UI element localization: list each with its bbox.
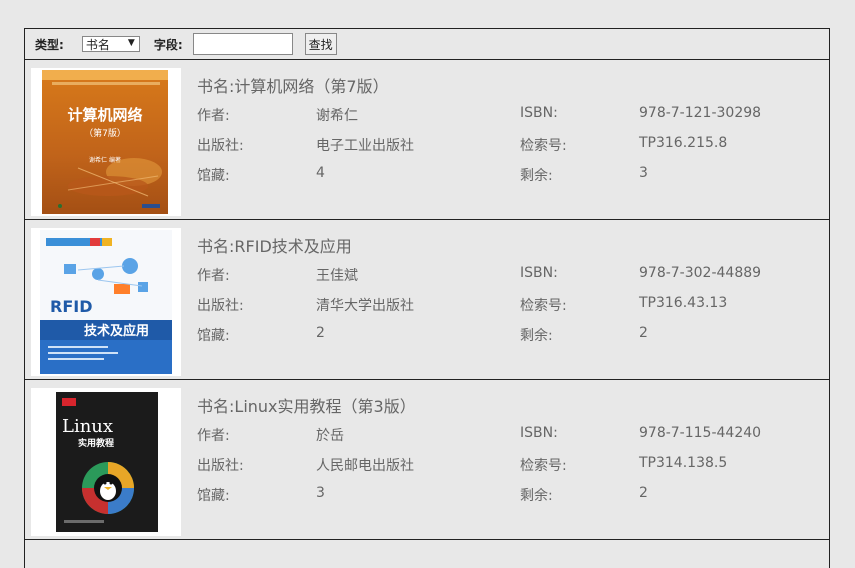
svg-text:（第7版）: （第7版） — [84, 127, 126, 139]
holdings-value: 4 — [316, 165, 325, 181]
book-entry: RFID 技术及应用 书名:RFID技术及应用 作者: 王佳斌 ISBN: 97… — [25, 220, 829, 380]
book-cover: 计算机网络 （第7版） 谢希仁 编著 — [31, 68, 181, 216]
type-select-value: 书名 — [85, 37, 110, 52]
book-row-author: 作者: 谢希仁 ISBN: 978-7-121-30298 — [197, 105, 762, 124]
call-number-value: TP316.215.8 — [639, 135, 728, 151]
author-value: 於岳 — [316, 428, 344, 444]
book-title: 书名:Linux实用教程（第3版） — [197, 397, 416, 416]
book-cover: Linux 实用教程 — [31, 388, 181, 536]
svg-text:实用教程: 实用教程 — [78, 437, 114, 449]
book-row-author: 作者: 王佳斌 ISBN: 978-7-302-44889 — [197, 265, 762, 284]
field-label: 字段: — [153, 37, 183, 52]
svg-text:计算机网络: 计算机网络 — [67, 106, 142, 124]
publisher-value: 电子工业出版社 — [316, 138, 414, 154]
remaining-value: 2 — [639, 485, 648, 501]
book-row-publisher: 出版社: 人民邮电出版社 检索号: TP314.138.5 — [197, 455, 728, 474]
publisher-value: 人民邮电出版社 — [316, 458, 414, 474]
isbn-value: 978-7-302-44889 — [639, 265, 762, 281]
isbn-value: 978-7-115-44240 — [639, 425, 762, 441]
publisher-value: 清华大学出版社 — [316, 298, 414, 314]
search-button[interactable]: 查找 — [304, 33, 337, 55]
type-select[interactable]: 书名 ▼ — [81, 36, 140, 52]
remaining-value: 3 — [639, 165, 648, 181]
author-value: 王佳斌 — [316, 268, 358, 284]
book-entry: 计算机网络 （第7版） 谢希仁 编著 书名:计算机网络（第7版） 作者: 谢希仁… — [25, 60, 829, 220]
svg-text:技术及应用: 技术及应用 — [84, 323, 149, 339]
book-entry: Linux 实用教程 书名:Linux实用教程（第3版） 作者: 於岳 ISBN… — [25, 380, 829, 540]
book-title: 书名:计算机网络（第7版） — [197, 77, 389, 96]
book-row-author: 作者: 於岳 ISBN: 978-7-115-44240 — [197, 425, 762, 444]
book-cover-image: RFID 技术及应用 — [40, 230, 172, 374]
book-row-holdings: 馆藏: 4 剩余: 3 — [197, 165, 648, 184]
call-number-value: TP314.138.5 — [639, 455, 728, 471]
remaining-value: 2 — [639, 325, 648, 341]
call-number-value: TP316.43.13 — [639, 295, 728, 311]
search-bar: 类型: 书名 ▼ 字段: 查找 — [25, 29, 829, 60]
field-input[interactable] — [192, 33, 293, 55]
holdings-value: 3 — [316, 485, 325, 501]
book-title: 书名:RFID技术及应用 — [197, 237, 352, 256]
chevron-down-icon: ▼ — [127, 38, 135, 48]
book-cover-image: 计算机网络 （第7版） 谢希仁 编著 — [42, 70, 168, 214]
book-cover: RFID 技术及应用 — [31, 228, 181, 376]
isbn-value: 978-7-121-30298 — [639, 105, 762, 121]
holdings-value: 2 — [316, 325, 325, 341]
book-row-holdings: 馆藏: 2 剩余: 2 — [197, 325, 648, 344]
svg-text:RFID: RFID — [50, 297, 92, 316]
book-row-publisher: 出版社: 清华大学出版社 检索号: TP316.43.13 — [197, 295, 728, 314]
type-label: 类型: — [35, 37, 64, 52]
book-list-panel: 类型: 书名 ▼ 字段: 查找 计算机网络 （第7版） 谢希仁 编著 书名:计算… — [24, 28, 830, 568]
svg-text:Linux: Linux — [62, 416, 113, 437]
book-row-publisher: 出版社: 电子工业出版社 检索号: TP316.215.8 — [197, 135, 728, 154]
book-cover-image: Linux 实用教程 — [56, 392, 158, 532]
author-value: 谢希仁 — [316, 108, 358, 124]
book-row-holdings: 馆藏: 3 剩余: 2 — [197, 485, 648, 504]
